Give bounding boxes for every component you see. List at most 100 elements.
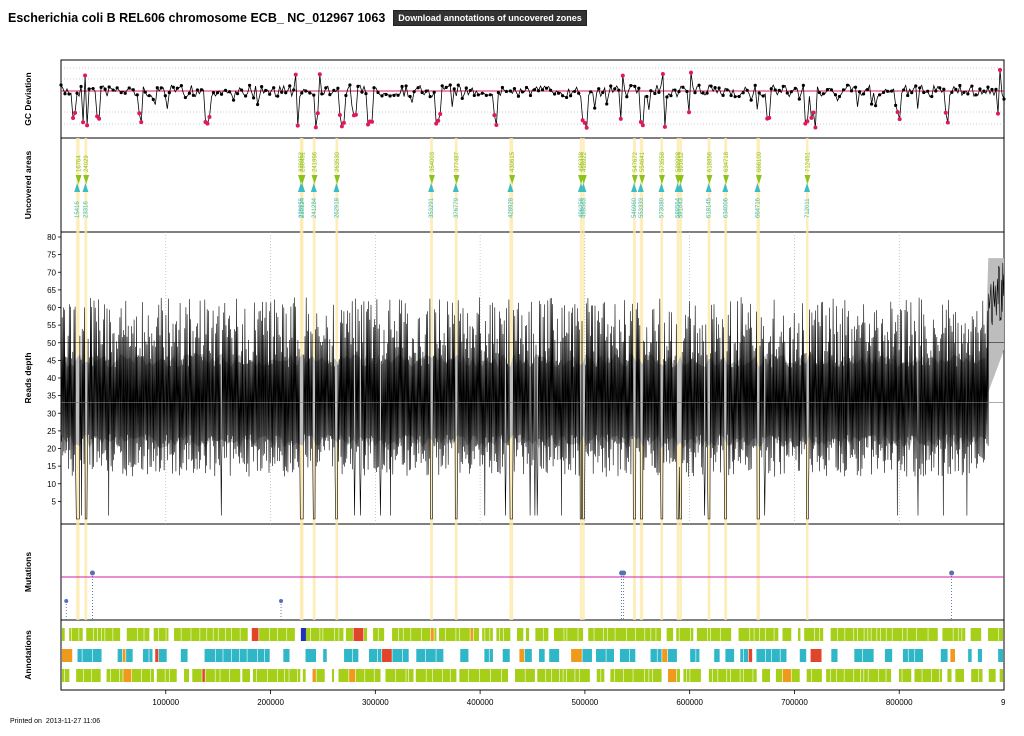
annotation-feature [676,628,679,641]
annotation-feature [484,649,489,662]
annotation-feature [615,628,627,641]
annotation-feature [473,628,479,641]
annotation-feature [242,669,250,682]
annotation-feature [153,628,159,641]
gc-point [761,94,765,98]
gc-point [857,90,862,94]
gc-point [609,84,613,88]
annotation-feature [564,628,567,641]
annotation-feature [83,669,92,682]
annotation-feature [207,628,213,641]
gc-point [629,84,633,88]
annotation-feature [907,628,917,641]
gc-point [982,89,986,93]
annotation-feature [988,669,996,682]
annotation-feature [411,628,422,641]
annotation-feature [62,628,65,641]
annotation-feature [240,628,248,641]
gc-point [565,95,569,100]
annotation-feature [426,669,432,682]
zone-end-label: 591043 [678,197,684,218]
annotations-panel-label: Annotations [23,630,33,680]
x-tick-label: 500000 [572,698,599,707]
gc-outlier-point [767,115,772,120]
annotation-feature [92,669,101,682]
gc-point [488,93,492,97]
annotation-feature [123,669,132,682]
annotation-feature [902,669,912,682]
annotation-feature [106,669,111,682]
gc-point [496,90,500,95]
annotation-feature [156,669,165,682]
annotation-feature [320,628,323,641]
gc-outlier-point [584,125,589,130]
annotation-feature [442,669,450,682]
annotation-feature [355,669,365,682]
annotation-feature [765,649,772,662]
depth-ytick-label: 35 [47,392,56,401]
depth-ytick-label: 15 [47,462,56,471]
gc-point [215,91,220,95]
mutation-point [949,570,955,576]
annotation-feature [155,649,159,662]
annotation-feature [610,669,615,682]
annotation-feature [774,628,779,641]
annotation-feature [782,628,792,641]
annotation-feature [549,649,560,662]
annotation-feature [436,649,444,662]
gc-point [745,88,749,92]
gc-point [175,86,179,90]
annotation-feature [596,649,606,662]
annotation-feature [126,649,133,662]
annotation-feature [845,628,854,641]
gc-point [930,94,934,99]
zone-end-label: 23316 [83,201,89,218]
annotation-feature [955,669,964,682]
annotation-feature [158,628,166,641]
gc-point [111,88,115,92]
annotation-feature [676,669,680,682]
annotation-feature [690,669,701,682]
annotation-feature [256,669,268,682]
annotation-feature [950,649,955,662]
annotation-feature [456,628,460,641]
annotation-feature [432,669,442,682]
gc-outlier-point [313,125,318,130]
annotation-feature [962,628,966,641]
annotation-feature [126,628,138,641]
gc-point [978,87,982,91]
gc-point [801,83,805,87]
gc-outlier-point [640,123,645,128]
gc-point [966,92,970,96]
gc-point [954,87,958,91]
gc-point [605,102,609,106]
annotation-feature [519,649,525,662]
zone-end-label: 376779 [454,197,460,218]
gc-point [103,87,107,91]
gc-point [942,87,946,91]
gc-outlier-point [207,114,212,119]
gc-outlier-point [81,120,86,125]
depth-ytick-label: 20 [47,445,56,454]
annotation-feature [438,628,446,641]
annotation-feature [277,628,287,641]
x-tick-label: 800000 [886,698,913,707]
mutation-point [89,570,95,576]
gc-outlier-point [73,110,78,115]
gc-point [773,88,777,92]
annotation-feature [878,669,886,682]
annotation-feature [310,628,320,641]
zone-end-marker [631,183,638,192]
annotation-feature [403,628,411,641]
annotation-feature [345,628,353,641]
zone-start-label: 24029 [84,155,90,172]
annotation-feature [563,669,567,682]
annotation-feature [958,628,962,641]
gc-point [721,93,725,97]
annotation-feature [382,649,392,662]
annotation-feature [65,669,70,682]
mutations-panel-label: Mutations [23,552,33,592]
zone-end-label: 241284 [312,197,318,218]
annotation-feature [619,649,630,662]
annotation-feature [942,628,953,641]
